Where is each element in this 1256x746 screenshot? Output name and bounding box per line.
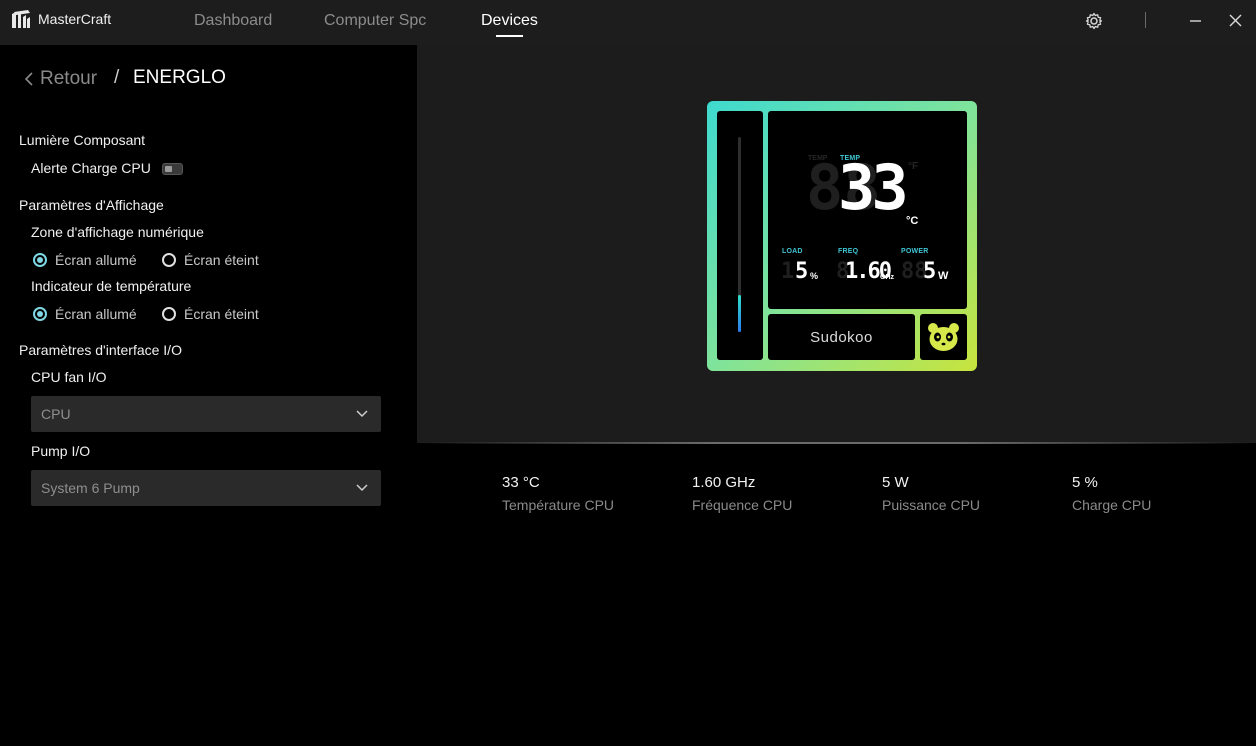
radio-checked-icon bbox=[33, 307, 47, 321]
lcd-unit-fahrenheit: °F bbox=[908, 161, 919, 172]
panda-panel bbox=[920, 314, 967, 360]
stat-cpu-frequency: 1.60 GHz Fréquence CPU bbox=[692, 474, 792, 513]
component-light-title: Lumière Composant bbox=[19, 132, 146, 148]
lcd-freq-label: FREQ bbox=[838, 248, 859, 255]
chevron-down-icon bbox=[356, 484, 368, 492]
stat-cpu-load: 5 % Charge CPU bbox=[1072, 474, 1151, 513]
lcd-unit-celsius: °C bbox=[906, 215, 919, 227]
radio-label: Écran éteint bbox=[184, 252, 259, 268]
lcd-freq-unit: GHz bbox=[880, 274, 894, 281]
temp-indicator-label: Indicateur de température bbox=[31, 278, 192, 294]
chevron-left-icon bbox=[24, 72, 33, 86]
lcd-load-unit: % bbox=[810, 271, 819, 281]
io-settings-title: Paramètres d'interface I/O bbox=[19, 342, 182, 358]
lcd-power-label: POWER bbox=[901, 248, 929, 255]
close-icon[interactable] bbox=[1225, 10, 1247, 32]
pump-io-select[interactable]: System 6 Pump bbox=[31, 470, 381, 506]
radio-label: Écran éteint bbox=[184, 306, 259, 322]
numeric-zone-off-radio[interactable]: Écran éteint bbox=[162, 252, 259, 268]
stat-label: Charge CPU bbox=[1072, 497, 1152, 513]
mastercraft-logo-icon bbox=[12, 10, 30, 28]
preview-divider bbox=[417, 442, 1256, 444]
tab-computer-spc[interactable]: Computer Spc bbox=[324, 12, 426, 30]
cpu-load-alert-toggle[interactable] bbox=[162, 163, 183, 175]
stat-cpu-temperature: 33 °C Température CPU bbox=[502, 474, 614, 513]
cpu-fan-io-label: CPU fan I/O bbox=[31, 369, 107, 385]
back-label: Retour bbox=[40, 68, 98, 89]
tab-devices[interactable]: Devices bbox=[481, 12, 538, 30]
radio-unchecked-icon bbox=[162, 307, 176, 321]
cpu-fan-io-select[interactable]: CPU bbox=[31, 396, 381, 432]
lcd-load-label: LOAD bbox=[782, 248, 803, 255]
panda-icon bbox=[928, 323, 959, 351]
radio-label: Écran allumé bbox=[55, 306, 137, 322]
stat-value: 33 °C bbox=[502, 474, 540, 491]
stat-value: 1.60 GHz bbox=[692, 474, 756, 491]
select-value: CPU bbox=[41, 406, 71, 422]
stat-label: Température CPU bbox=[502, 497, 615, 513]
lcd-load-value: 5 bbox=[795, 259, 808, 284]
lcd-load-ghost-digits: 1 bbox=[781, 259, 795, 284]
settings-panel: Retour / ENERGLO Lumière Composant Alert… bbox=[0, 45, 417, 746]
back-button[interactable]: Retour bbox=[24, 67, 97, 91]
chevron-down-icon bbox=[356, 410, 368, 418]
lcd-power-unit: W bbox=[938, 270, 949, 282]
tab-dashboard[interactable]: Dashboard bbox=[194, 12, 272, 30]
active-tab-indicator bbox=[496, 35, 523, 37]
stat-value: 5 % bbox=[1072, 474, 1098, 491]
cpu-load-alert-label: Alerte Charge CPU bbox=[31, 160, 151, 176]
device-display-frame: TEMP TEMP 88 33 °F °C LOAD 1 5 % FREQ 8 … bbox=[707, 101, 977, 371]
numeric-zone-label: Zone d'affichage numérique bbox=[31, 224, 204, 240]
device-preview-area: TEMP TEMP 88 33 °F °C LOAD 1 5 % FREQ 8 … bbox=[417, 45, 1256, 443]
temp-indicator-on-radio[interactable]: Écran allumé bbox=[33, 306, 137, 322]
breadcrumb-separator: / bbox=[114, 67, 120, 88]
title-bar: MasterCraft Dashboard Computer Spc Devic… bbox=[0, 0, 1256, 45]
numeric-zone-on-radio[interactable]: Écran allumé bbox=[33, 252, 137, 268]
stat-cpu-power: 5 W Puissance CPU bbox=[882, 474, 980, 513]
minimize-icon[interactable] bbox=[1185, 10, 1207, 32]
lcd-temp-value: 33 bbox=[838, 151, 909, 224]
stat-label: Fréquence CPU bbox=[692, 497, 793, 513]
stat-label: Puissance CPU bbox=[882, 497, 981, 513]
select-value: System 6 Pump bbox=[41, 480, 140, 496]
title-bar-divider bbox=[1145, 12, 1146, 28]
temperature-bar-panel bbox=[717, 111, 763, 360]
app-name: MasterCraft bbox=[38, 11, 112, 27]
display-settings-title: Paramètres d'Affichage bbox=[19, 197, 164, 213]
radio-unchecked-icon bbox=[162, 253, 176, 267]
brand-name: Sudokoo bbox=[810, 329, 873, 346]
radio-label: Écran allumé bbox=[55, 252, 137, 268]
page-title: ENERGLO bbox=[133, 67, 226, 88]
stat-value: 5 W bbox=[882, 474, 909, 491]
lcd-main-screen: TEMP TEMP 88 33 °F °C LOAD 1 5 % FREQ 8 … bbox=[768, 111, 967, 309]
brand-panel: Sudokoo bbox=[768, 314, 915, 360]
pump-io-label: Pump I/O bbox=[31, 443, 91, 459]
gear-icon[interactable] bbox=[1083, 10, 1105, 32]
toggle-knob bbox=[165, 166, 172, 172]
radio-checked-icon bbox=[33, 253, 47, 267]
lcd-power-value: 5 bbox=[923, 259, 936, 284]
temp-indicator-off-radio[interactable]: Écran éteint bbox=[162, 306, 259, 322]
temperature-bar-fill bbox=[738, 295, 741, 332]
